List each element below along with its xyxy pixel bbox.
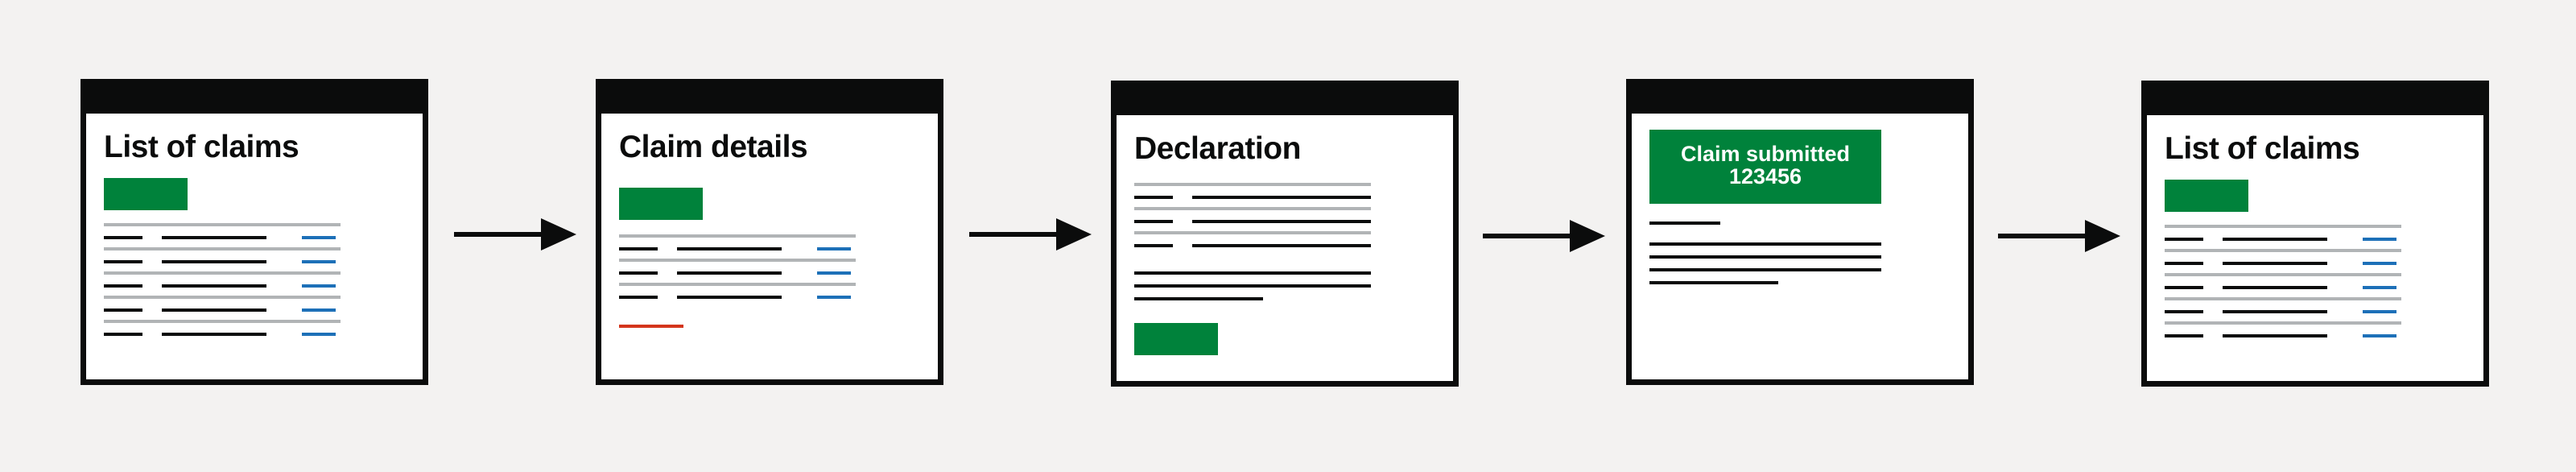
confirmation-text — [1649, 222, 1881, 284]
screen-list-of-claims-final: List of claims — [2141, 81, 2489, 387]
screen-claim-details: Claim details — [596, 79, 943, 385]
details-list — [619, 234, 856, 328]
arrow-right-icon — [454, 218, 576, 250]
screen-claim-submitted: Claim submitted 123456 — [1626, 79, 1974, 385]
screen-declaration: Declaration — [1111, 81, 1459, 387]
arrow-right-icon — [1483, 220, 1605, 252]
arrow-right-icon — [1998, 220, 2120, 252]
green-button — [1134, 323, 1218, 355]
claims-table — [2165, 225, 2401, 337]
arrow-right-icon — [969, 218, 1092, 250]
screen-list-of-claims: List of claims — [80, 79, 428, 385]
claims-table — [104, 223, 341, 336]
